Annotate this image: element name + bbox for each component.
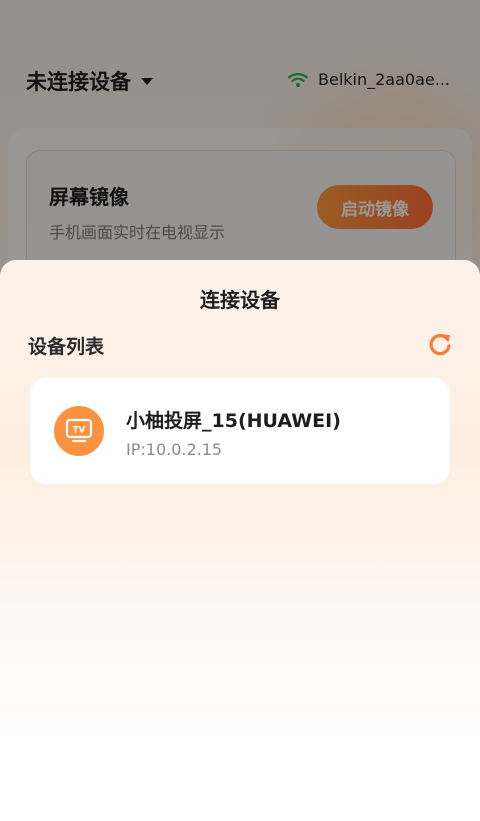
connect-device-sheet: 连接设备 设备列表 TV 小柚投屏_15(HUAWEI) IP:10.0.2.1… bbox=[0, 260, 480, 821]
tv-icon: TV bbox=[54, 406, 104, 456]
sheet-title: 连接设备 bbox=[200, 288, 280, 312]
device-ip: IP:10.0.2.15 bbox=[126, 440, 223, 459]
device-name: 小柚投屏_15(HUAWEI) bbox=[126, 410, 341, 432]
device-list-item[interactable]: TV 小柚投屏_15(HUAWEI) IP:10.0.2.15 bbox=[30, 378, 450, 484]
tv-icon-graphic: TV bbox=[65, 418, 93, 443]
tv-icon-label: TV bbox=[73, 426, 86, 436]
device-list-label: 设备列表 bbox=[28, 336, 105, 358]
refresh-icon[interactable] bbox=[426, 330, 454, 358]
